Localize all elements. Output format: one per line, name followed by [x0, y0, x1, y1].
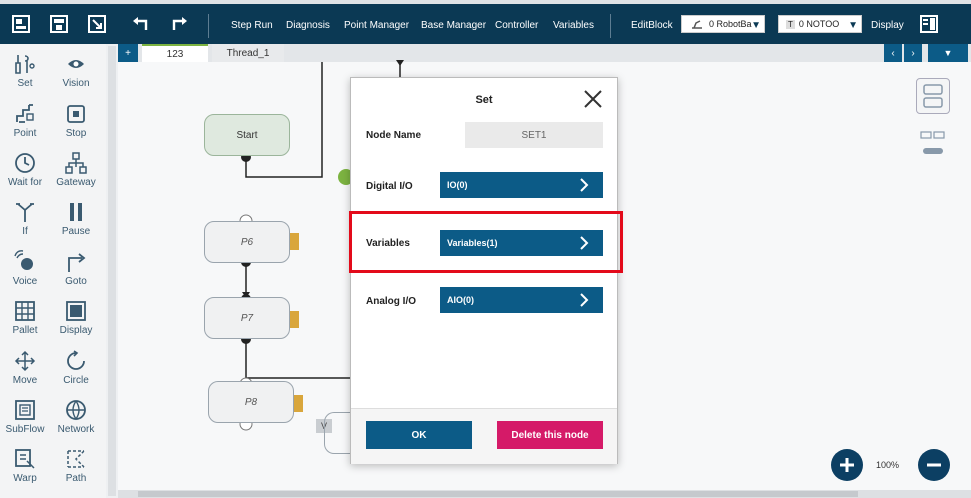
variables-highlight-box [349, 211, 623, 273]
zoom-level: 100% [876, 460, 900, 470]
node-p6[interactable]: P6 [204, 221, 290, 263]
start-node[interactable]: Start [204, 114, 290, 156]
node-p8[interactable]: P8 [208, 381, 294, 423]
dialog-title: Set [475, 94, 493, 106]
node-name-field[interactable]: SET1 [465, 122, 603, 148]
node-name-label: Node Name [366, 130, 422, 141]
variable-node[interactable] [324, 412, 351, 454]
delete-node-button[interactable]: Delete this node [497, 421, 603, 449]
zoom-in-icon[interactable] [831, 449, 863, 481]
analog-io-button[interactable]: AIO(0) [440, 287, 603, 313]
analog-io-label: Analog I/O [366, 296, 416, 307]
zoom-out-icon[interactable] [918, 449, 950, 481]
chevron-right-icon [580, 293, 589, 307]
close-icon[interactable] [583, 89, 603, 109]
digital-io-button[interactable]: IO(0) [440, 172, 603, 198]
ok-button[interactable]: OK [366, 421, 472, 449]
io-toggle-icon[interactable] [918, 128, 948, 158]
digital-io-label: Digital I/O [366, 181, 413, 192]
node-p7[interactable]: P7 [204, 297, 290, 339]
scrollbar-thumb[interactable] [138, 491, 858, 497]
layout-block-icon[interactable] [916, 78, 950, 114]
canvas-horizontal-scrollbar[interactable] [118, 490, 971, 498]
chevron-right-icon [580, 178, 589, 192]
